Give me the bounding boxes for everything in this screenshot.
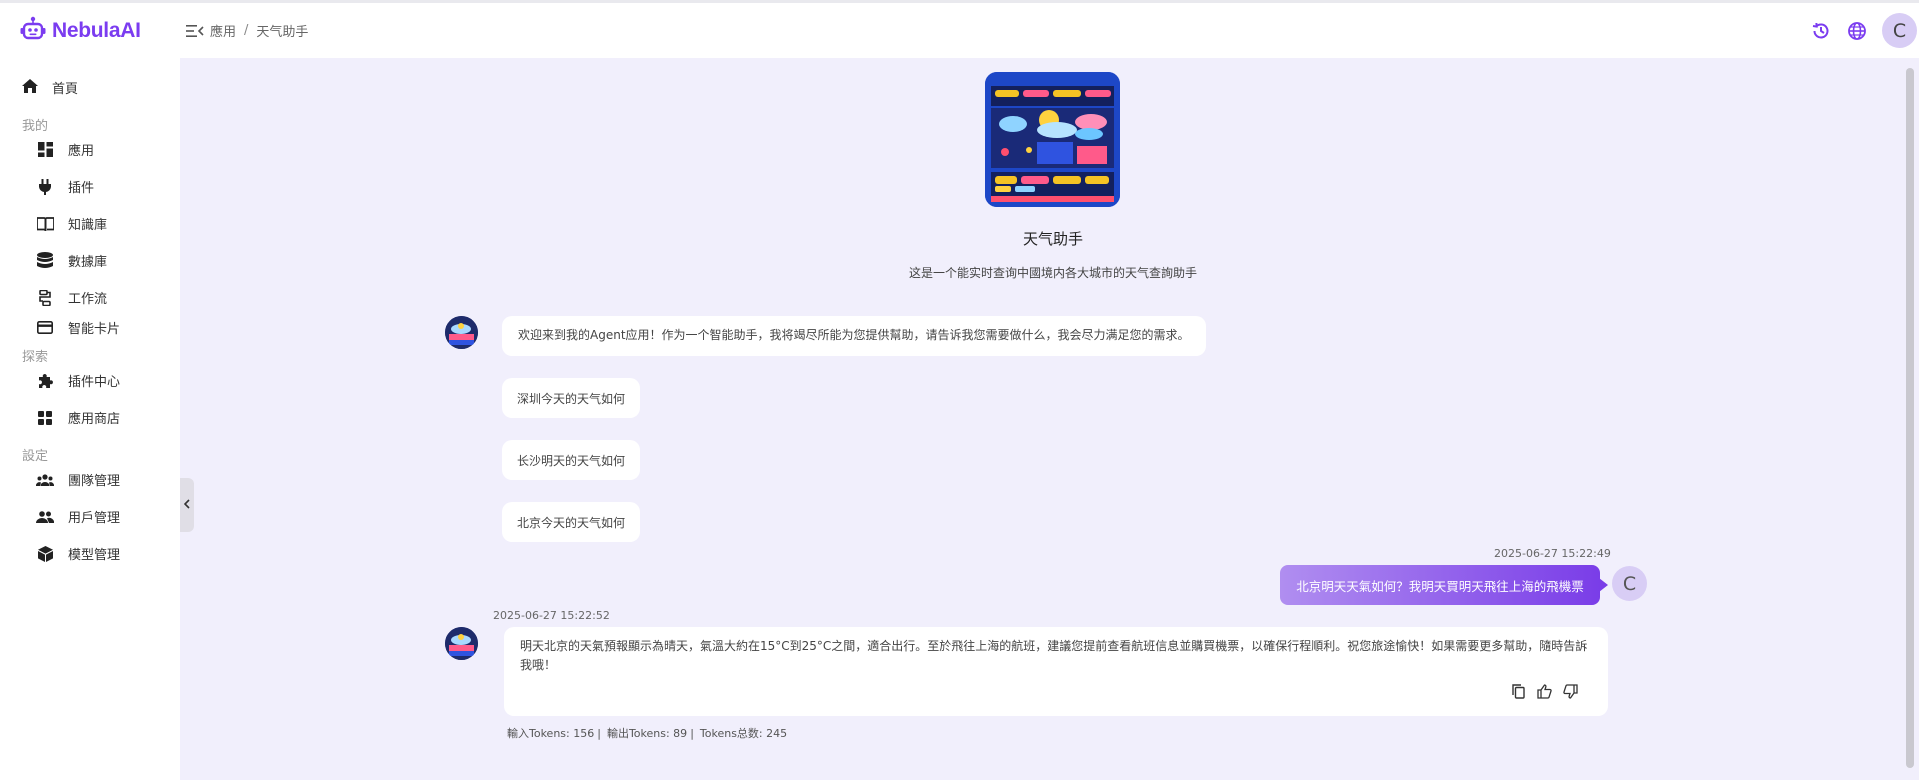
bot-avatar: [445, 316, 478, 349]
input-tokens: 輸入Tokens: 156: [507, 727, 595, 740]
total-tokens: Tokens总数: 245: [699, 727, 788, 740]
suggestion-chip[interactable]: 北京今天的天气如何: [502, 502, 641, 542]
sidebar-item-plugin-center[interactable]: 插件中心: [36, 371, 120, 390]
sidebar-group-settings: 設定: [22, 449, 49, 464]
token-separator: |: [597, 727, 601, 740]
user-message: 北京明天天氣如何？我明天買明天飛往上海的飛機票: [1280, 565, 1608, 605]
answer-actions: [1500, 683, 1578, 699]
sidebar-item-label: 首頁: [52, 82, 79, 97]
sidebar-item-team[interactable]: 團隊管理: [36, 470, 120, 489]
sidebar-item-app-store[interactable]: 應用商店: [36, 408, 120, 427]
sidebar-item-label: 插件中心: [68, 375, 121, 390]
user-avatar[interactable]: C: [1882, 13, 1917, 48]
grid-icon: [36, 409, 54, 427]
sidebar-item-home[interactable]: 首頁: [22, 78, 78, 97]
sidebar-collapse-button[interactable]: [180, 478, 194, 532]
workflow-icon: [36, 289, 54, 307]
welcome-message: 欢迎来到我的Agent应用！作为一个智能助手，我将竭尽所能为您提供幫助，请告诉我…: [502, 316, 1206, 356]
sidebar-item-label: 智能卡片: [68, 322, 121, 337]
breadcrumb-current: 天气助手: [256, 25, 309, 40]
bot-avatar: [445, 627, 478, 660]
agent-description: 这是一个能实时查询中國境内各大城市的天气查詢助手: [908, 266, 1197, 280]
copy-icon[interactable]: [1510, 683, 1526, 699]
agent-cover-image: [985, 72, 1120, 207]
robot-logo-icon: [20, 16, 46, 46]
sidebar-item-apps[interactable]: 應用: [36, 140, 94, 159]
user-message-avatar: C: [1612, 566, 1647, 601]
token-usage: 輸入Tokens: 156 | 輸出Tokens: 89 | Tokens总数: 245: [507, 725, 787, 741]
home-icon: [22, 78, 38, 97]
thumbs-down-icon[interactable]: [1562, 683, 1578, 699]
sidebar-item-label: 用戶管理: [68, 511, 121, 526]
sidebar-item-label: 應用: [68, 144, 95, 159]
bot-answer-text: 明天北京的天氣預報顯示為晴天，氣溫大約在15°C到25°C之間，適合出行。至於飛…: [520, 639, 1588, 672]
breadcrumb-root[interactable]: 應用: [210, 21, 236, 40]
thumbs-up-icon[interactable]: [1536, 683, 1552, 699]
breadcrumb: 應用 / 天气助手: [210, 21, 308, 40]
header-actions: C: [1810, 3, 1919, 58]
sidebar-item-plugins[interactable]: 插件: [36, 177, 94, 196]
sidebar-item-models[interactable]: 模型管理: [36, 544, 120, 563]
users-icon: [36, 508, 54, 526]
chevron-left-icon: [183, 498, 190, 512]
output-tokens: 輸出Tokens: 89: [606, 727, 688, 740]
app-logo[interactable]: NebulaAI: [20, 16, 168, 46]
sidebar-item-label: 應用商店: [68, 412, 121, 427]
plug-icon: [36, 178, 54, 196]
bot-answer: 明天北京的天氣預報顯示為晴天，氣溫大約在15°C到25°C之間，適合出行。至於飛…: [504, 627, 1608, 716]
team-icon: [36, 471, 54, 489]
sidebar-group-mine: 我的: [22, 119, 49, 134]
scrollbar-thumb[interactable]: [1906, 68, 1914, 768]
suggestion-chip[interactable]: 长沙明天的天气如何: [502, 440, 641, 480]
globe-icon[interactable]: [1846, 20, 1868, 42]
puzzle-icon: [36, 372, 54, 390]
breadcrumb-separator: /: [244, 23, 249, 38]
sidebar-group-explore: 探索: [22, 350, 49, 365]
token-separator: |: [690, 727, 694, 740]
sidebar-item-users[interactable]: 用戶管理: [36, 507, 120, 526]
menu-collapse-icon[interactable]: [186, 22, 204, 40]
bot-message-time: 2025-06-27 15:22:52: [493, 609, 610, 622]
history-icon[interactable]: [1810, 20, 1832, 42]
suggestion-chip[interactable]: 深圳今天的天气如何: [502, 378, 641, 418]
sidebar-item-smart-card[interactable]: 智能卡片: [36, 318, 120, 337]
main-scrollbar[interactable]: [1901, 58, 1919, 780]
app-name: NebulaAI: [52, 18, 141, 42]
top-header: NebulaAI 應用 / 天气助手 C: [0, 0, 1919, 58]
sidebar-item-label: 插件: [68, 181, 95, 196]
user-message-time: 2025-06-27 15:22:49: [1494, 547, 1611, 560]
dashboard-icon: [36, 141, 54, 159]
agent-name: 天气助手: [1022, 230, 1083, 248]
sidebar: 首頁 我的 應用 插件 知識庫 數據庫 工作流 智能卡片 探索 插件中心 應用商…: [0, 58, 180, 780]
sidebar-item-label: 團隊管理: [68, 474, 121, 489]
sidebar-item-workflow[interactable]: 工作流: [36, 288, 107, 307]
sidebar-item-label: 模型管理: [68, 548, 121, 563]
sidebar-item-label: 工作流: [68, 292, 108, 307]
card-icon: [36, 319, 54, 337]
cube-icon: [36, 545, 54, 563]
